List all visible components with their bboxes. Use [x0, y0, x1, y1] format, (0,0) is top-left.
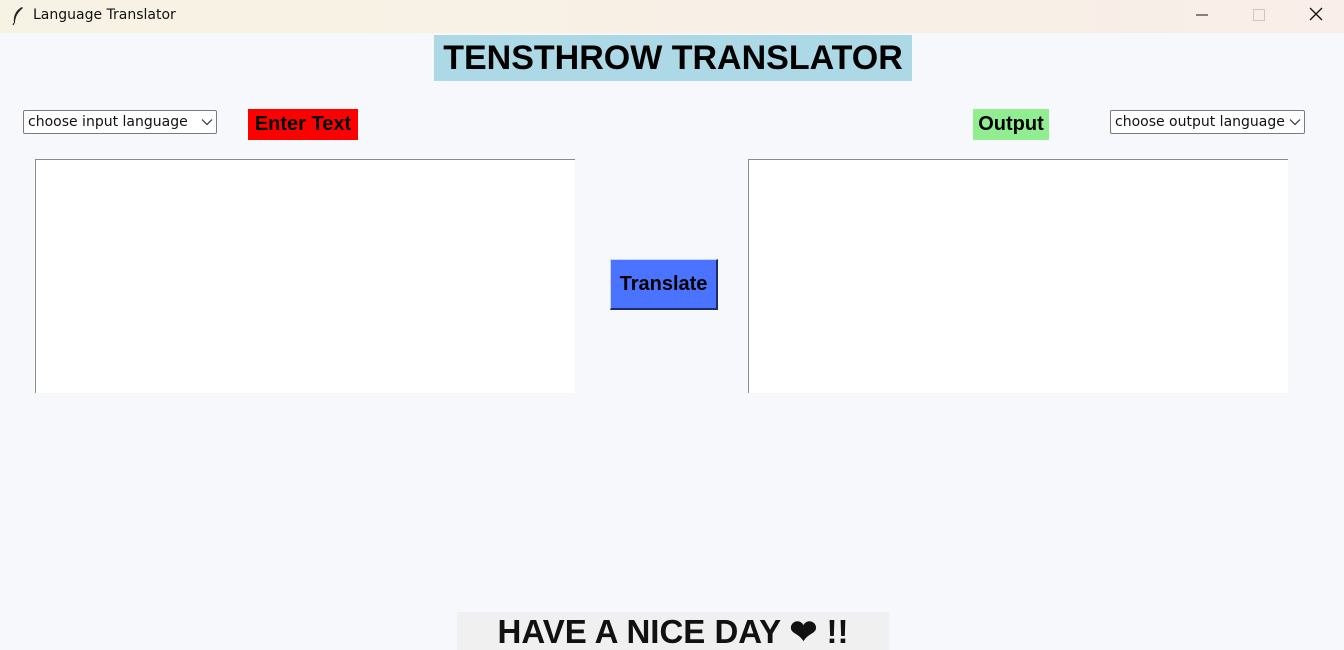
input-language-select[interactable]: choose input language: [23, 110, 217, 134]
close-button[interactable]: [1288, 0, 1344, 33]
window-title: Language Translator: [33, 7, 176, 23]
output-text-area[interactable]: [748, 159, 1288, 393]
minimize-button[interactable]: [1174, 0, 1230, 33]
chevron-down-icon: [198, 110, 216, 134]
window-title-bar: Language Translator: [0, 0, 1344, 33]
close-icon: [1309, 7, 1323, 26]
maximize-icon: [1253, 8, 1265, 26]
input-text-label: Enter Text: [248, 109, 358, 140]
input-language-value: choose input language: [28, 114, 188, 130]
input-text-area[interactable]: [35, 159, 575, 393]
app-heading: TENSTHROW TRANSLATOR: [434, 35, 912, 81]
maximize-button[interactable]: [1231, 0, 1287, 33]
chevron-down-icon: [1286, 110, 1304, 134]
output-language-select[interactable]: choose output language: [1110, 110, 1305, 134]
feather-icon: [10, 6, 26, 26]
output-language-value: choose output language: [1115, 114, 1285, 130]
translate-button[interactable]: Translate: [610, 259, 718, 310]
output-text-label: Output: [973, 109, 1049, 140]
minimize-icon: [1196, 8, 1208, 26]
footer-message: HAVE A NICE DAY ❤ !!: [457, 612, 889, 650]
